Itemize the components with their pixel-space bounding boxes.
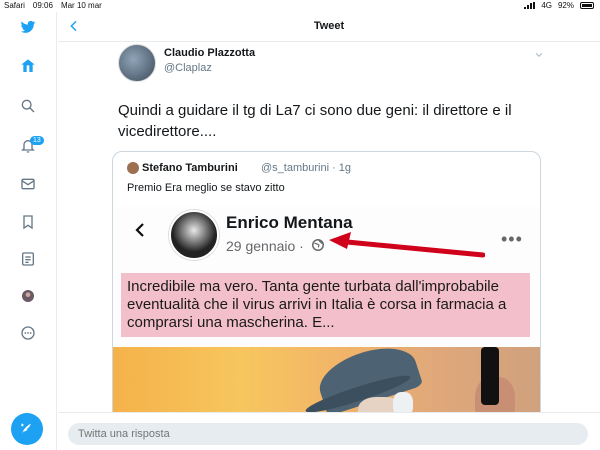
lists-icon[interactable] [18, 249, 38, 269]
red-arrow-annotation [329, 232, 485, 258]
quoted-author-name: Stefano Tamburini [142, 162, 238, 174]
more-options-icon: ••• [501, 229, 523, 249]
tweet-text: Quindi a guidare il tg di La7 ci sono du… [118, 102, 512, 140]
status-time: 09:06 [32, 1, 53, 10]
signal-icon [524, 2, 536, 9]
author-avatar[interactable] [118, 44, 156, 82]
post-date: 29 gennaio · [226, 238, 304, 254]
compose-tweet-button[interactable] [11, 413, 43, 445]
explore-icon[interactable] [18, 96, 38, 116]
quoted-tweet[interactable]: Stefano Tamburini @s_tamburini · 1g Prem… [112, 151, 541, 421]
quoted-author-avatar [127, 162, 139, 174]
post-text-highlight: Incredibile ma vero. Tanta gente turbata… [121, 273, 530, 337]
messages-icon[interactable] [18, 174, 38, 194]
post-author-name: Enrico Mentana [226, 213, 353, 232]
status-network: 4G [541, 1, 552, 10]
post-author-avatar [169, 210, 219, 260]
reply-bar [58, 412, 600, 450]
battery-icon [580, 2, 594, 9]
page-title: Tweet [313, 20, 345, 32]
status-app: Safari [4, 1, 25, 10]
status-battery: 92% [557, 1, 574, 10]
chevron-down-icon[interactable] [534, 50, 544, 60]
compose-tweet-icon [21, 423, 31, 435]
top-bar: Tweet [58, 12, 600, 42]
phone-shape [481, 347, 499, 405]
back-arrow-icon [135, 223, 144, 237]
bookmarks-icon[interactable] [18, 212, 38, 232]
quoted-author-handle: @s_tamburini · 1g [261, 162, 352, 174]
author-handle[interactable]: @Claplaz [164, 62, 212, 74]
post-photo [113, 347, 540, 420]
home-icon[interactable] [18, 56, 38, 76]
author-name[interactable]: Claudio Plazzotta [164, 47, 255, 59]
notifications-badge: 13 [30, 136, 44, 145]
status-date: Mar 10 mar [60, 1, 102, 10]
quoted-tweet-text: Premio Era meglio se stavo zitto [127, 182, 285, 194]
quoted-image: Enrico Mentana 29 gennaio · ••• Incredib… [113, 207, 540, 420]
globe-icon [312, 239, 324, 251]
twitter-logo-icon[interactable] [18, 17, 38, 37]
sidebar: 13 [0, 12, 57, 450]
profile-avatar[interactable] [18, 286, 38, 306]
more-icon[interactable] [18, 323, 38, 343]
status-bar: Safari 09:06 Mar 10 mar 4G 92% [0, 0, 600, 12]
reply-input[interactable] [68, 423, 588, 445]
